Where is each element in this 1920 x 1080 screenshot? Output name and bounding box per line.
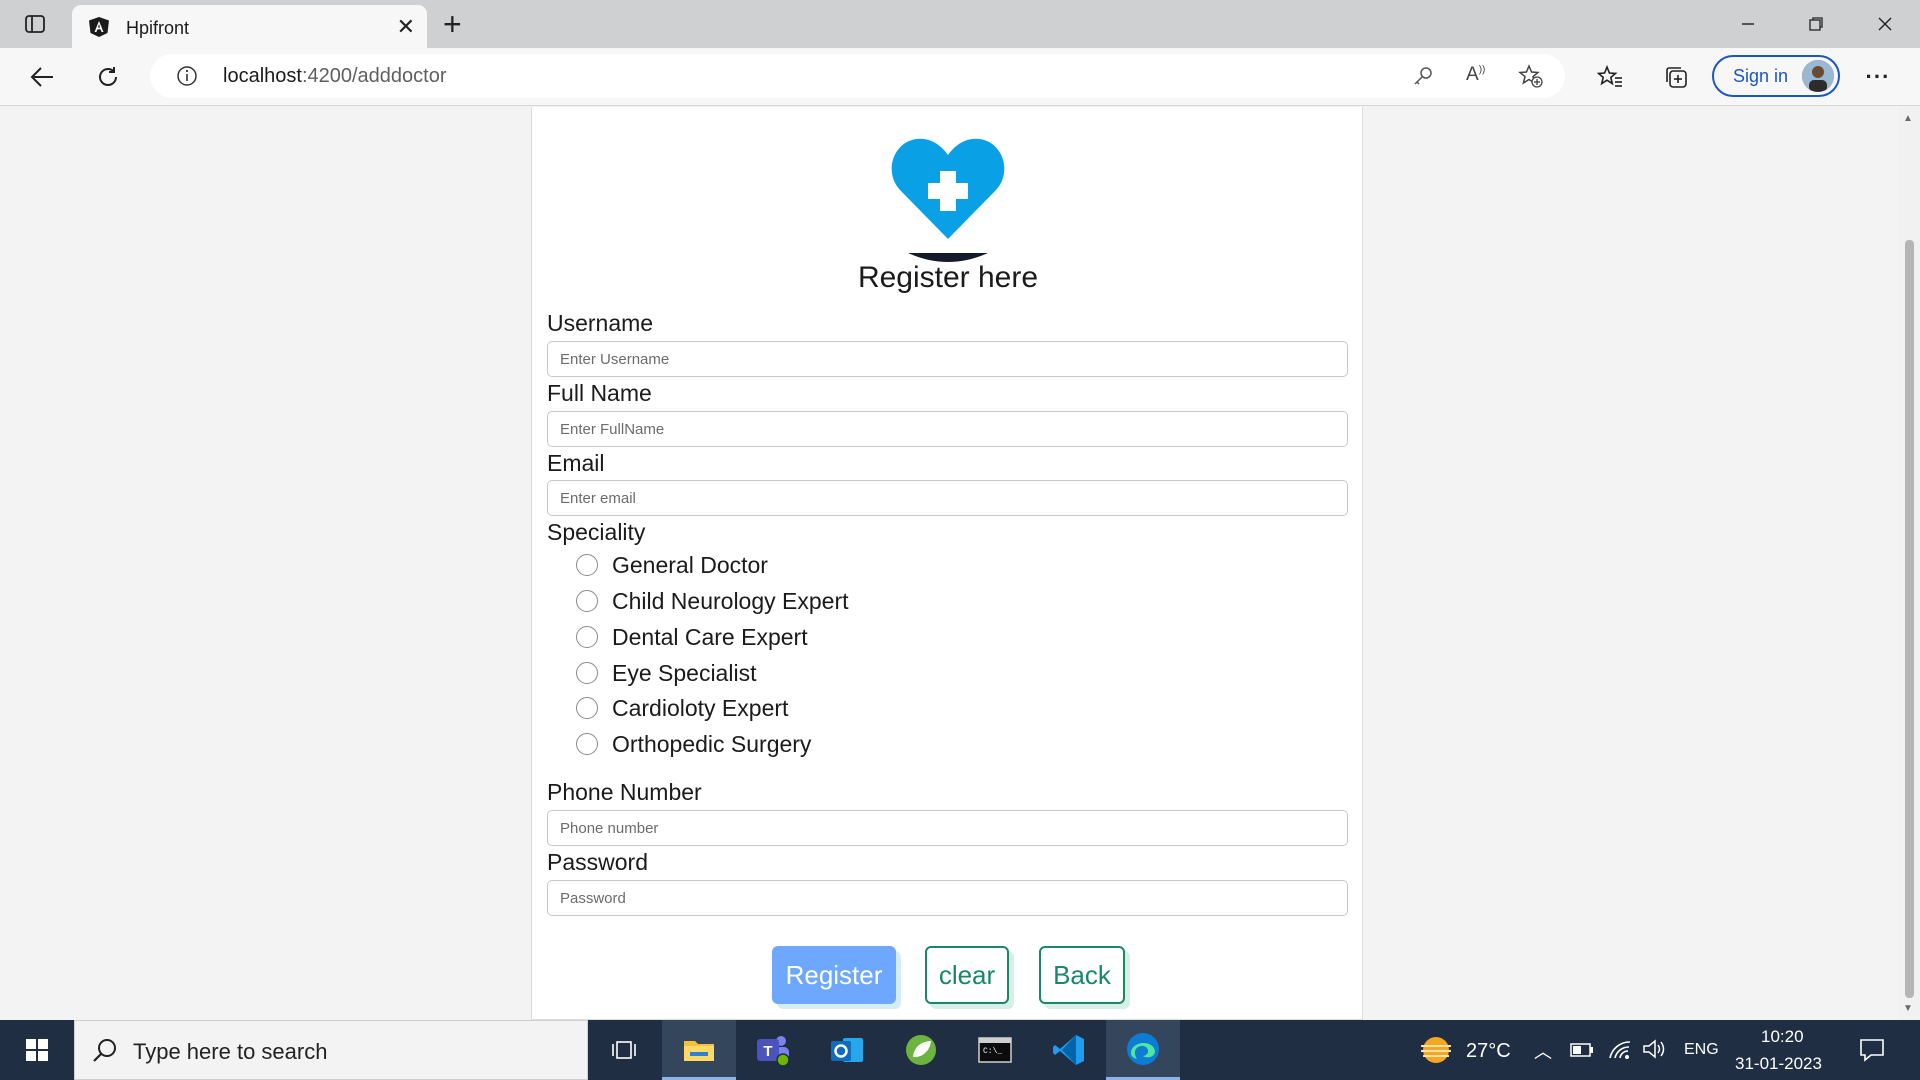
notifications-icon[interactable]	[1859, 1038, 1885, 1067]
phone-input[interactable]	[547, 810, 1348, 846]
url-bar[interactable]: localhost:4200/adddoctor A))	[150, 54, 1565, 98]
address-bar: localhost:4200/adddoctor A)) Sign in ···	[0, 48, 1920, 106]
back-arrow-icon[interactable]	[25, 60, 59, 94]
edge-browser-icon[interactable]	[1106, 1020, 1180, 1080]
sign-in-label: Sign in	[1733, 66, 1789, 86]
search-icon	[92, 1038, 118, 1069]
outlook-icon[interactable]	[810, 1020, 884, 1080]
sign-in-button[interactable]: Sign in	[1712, 55, 1840, 97]
angular-favicon-icon	[88, 16, 110, 43]
email-input[interactable]	[547, 480, 1348, 516]
task-view-icon[interactable]	[588, 1020, 662, 1080]
browser-tab[interactable]: Hpifront ✕	[72, 5, 427, 48]
speciality-option[interactable]: Eye Specialist	[576, 658, 756, 688]
speciality-option-label: Cardioloty Expert	[612, 694, 789, 721]
password-key-icon[interactable]	[1412, 65, 1434, 92]
volume-icon[interactable]	[1642, 1038, 1668, 1065]
search-placeholder: Type here to search	[133, 1039, 328, 1064]
restore-icon[interactable]	[1786, 0, 1846, 48]
tab-title: Hpifront	[126, 18, 190, 38]
svg-text:T: T	[763, 1043, 772, 1060]
speciality-option-label: Child Neurology Expert	[612, 587, 849, 614]
radio-button[interactable]	[576, 662, 598, 684]
language-indicator[interactable]: ENG	[1684, 1041, 1719, 1059]
battery-icon[interactable]	[1570, 1042, 1594, 1063]
register-card: Register here Username Full Name Email S…	[531, 107, 1363, 1020]
url-host: localhost	[223, 65, 302, 87]
collections-icon[interactable]	[1659, 60, 1693, 94]
username-input[interactable]	[547, 341, 1348, 377]
weather-sun-icon[interactable]	[1418, 1034, 1454, 1071]
scroll-up-icon[interactable]: ▲	[1903, 113, 1913, 124]
fullname-input[interactable]	[547, 411, 1348, 447]
taskbar: Type here to search T C:\_ 27°C ︿ ENG 10…	[0, 1020, 1920, 1080]
file-explorer-icon[interactable]	[662, 1020, 736, 1080]
read-aloud-icon[interactable]: A))	[1466, 64, 1485, 86]
scrollbar-thumb[interactable]	[1905, 240, 1914, 998]
speciality-option[interactable]: Dental Care Expert	[576, 622, 808, 652]
scroll-down-icon[interactable]: ▼	[1903, 1003, 1913, 1014]
clock-time[interactable]: 10:20	[1761, 1027, 1804, 1047]
more-options-icon[interactable]: ···	[1861, 60, 1895, 94]
url-text: localhost:4200/adddoctor	[223, 65, 447, 88]
teams-icon[interactable]: T	[736, 1020, 810, 1080]
radio-button[interactable]	[576, 697, 598, 719]
password-label: Password	[547, 849, 648, 875]
page-viewport: Register here Username Full Name Email S…	[0, 107, 1898, 1020]
terminal-icon[interactable]: C:\_	[958, 1020, 1032, 1080]
speciality-option[interactable]: Orthopedic Surgery	[576, 729, 811, 759]
avatar	[1802, 60, 1834, 92]
add-favorite-icon[interactable]	[1518, 64, 1544, 93]
minimize-icon[interactable]	[1718, 0, 1778, 48]
new-tab-icon[interactable]: +	[443, 6, 462, 43]
tab-close-icon[interactable]: ✕	[397, 14, 415, 40]
speciality-option[interactable]: Cardioloty Expert	[576, 693, 788, 723]
vscode-icon[interactable]	[1032, 1020, 1106, 1080]
speciality-option-label: Orthopedic Surgery	[612, 730, 812, 757]
speciality-option-label: General Doctor	[612, 551, 768, 578]
clear-button[interactable]: clear	[925, 946, 1009, 1004]
taskbar-search-box[interactable]: Type here to search	[74, 1020, 588, 1080]
wifi-icon[interactable]	[1608, 1038, 1632, 1065]
speciality-option-label: Eye Specialist	[612, 659, 757, 686]
speciality-label: Speciality	[547, 519, 646, 545]
email-label: Email	[547, 450, 605, 476]
heart-medical-logo-icon	[886, 133, 1010, 263]
refresh-icon[interactable]	[91, 60, 125, 94]
username-label: Username	[547, 310, 654, 336]
clock-date[interactable]: 31-01-2023	[1735, 1054, 1822, 1074]
back-button[interactable]: Back	[1039, 946, 1125, 1004]
vertical-scrollbar[interactable]: ▲ ▼	[1898, 107, 1920, 1020]
register-button[interactable]: Register	[772, 946, 896, 1004]
favorites-icon[interactable]	[1593, 60, 1627, 94]
radio-button[interactable]	[576, 590, 598, 612]
weather-temperature[interactable]: 27°C	[1466, 1040, 1511, 1063]
spring-tool-suite-icon[interactable]	[884, 1020, 958, 1080]
windows-start-icon[interactable]	[0, 1020, 74, 1080]
phone-label: Phone Number	[547, 779, 702, 805]
url-path: :4200/adddoctor	[301, 65, 447, 87]
tab-actions-icon[interactable]	[5, 0, 65, 48]
site-info-icon[interactable]	[176, 65, 198, 92]
show-hidden-icons-icon[interactable]: ︿	[1534, 1038, 1552, 1064]
fullname-label: Full Name	[547, 380, 652, 406]
radio-button[interactable]	[576, 626, 598, 648]
speciality-option[interactable]: General Doctor	[576, 550, 768, 580]
page-title: Register here	[857, 261, 1039, 294]
svg-text:C:\_: C:\_	[983, 1047, 1002, 1056]
speciality-option[interactable]: Child Neurology Expert	[576, 586, 849, 616]
browser-title-bar: Hpifront ✕ +	[0, 0, 1920, 48]
password-input[interactable]	[547, 880, 1348, 916]
close-window-icon[interactable]	[1855, 0, 1915, 48]
radio-button[interactable]	[576, 554, 598, 576]
speciality-option-label: Dental Care Expert	[612, 623, 808, 650]
radio-button[interactable]	[576, 733, 598, 755]
